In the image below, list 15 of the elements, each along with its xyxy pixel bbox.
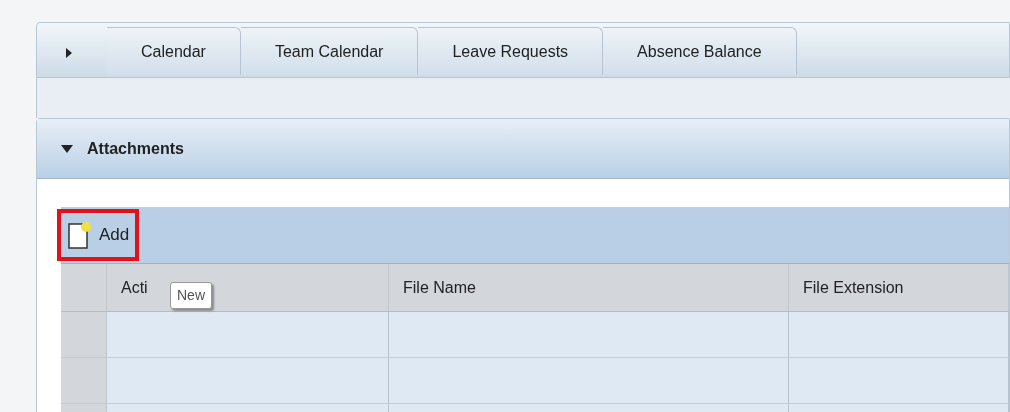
column-header: File Extension <box>803 277 904 298</box>
tab[interactable]: Absence Balance <box>603 27 797 75</box>
row-selector[interactable] <box>61 358 107 403</box>
column-header: File Name <box>403 277 476 298</box>
expand-arrow-icon[interactable] <box>65 47 73 59</box>
tab[interactable]: Calendar <box>107 27 241 75</box>
tooltip: New <box>170 282 212 309</box>
new-document-icon <box>67 220 93 250</box>
column-header: Acti <box>121 277 148 298</box>
row-selector[interactable] <box>61 312 107 357</box>
panel-title: Attachments <box>87 138 184 159</box>
tab[interactable]: Team Calendar <box>240 27 419 75</box>
add-button[interactable]: Add <box>57 209 140 261</box>
panel-header[interactable]: Attachments <box>37 119 1009 179</box>
tab[interactable]: Leave Requests <box>418 27 604 75</box>
